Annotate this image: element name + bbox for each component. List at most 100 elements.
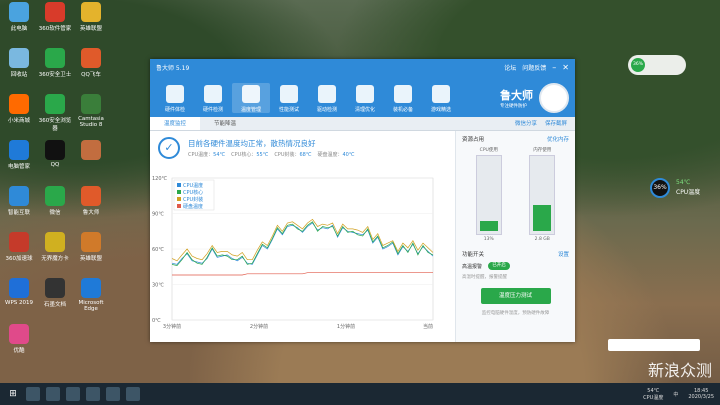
temperature-readings: CPU温度：54℃ CPU核心：55℃ CPU封装：68℃ 硬盘温度：40℃	[188, 151, 360, 158]
desktop-icon-label: 此电脑	[10, 26, 28, 32]
tab-temperature-monitor[interactable]: 温度监控	[150, 117, 200, 130]
reading-label: CPU温度：	[188, 152, 214, 158]
toolbar-item[interactable]: 温度管理	[232, 83, 270, 113]
y-tick-label: 30℃	[152, 283, 164, 289]
desktop-icon[interactable]: QQ飞车	[74, 48, 108, 78]
desktop-icon-label: QQ飞车	[81, 72, 101, 78]
save-screenshot-link[interactable]: 保存截屏	[545, 117, 567, 130]
desktop-icon[interactable]: 石墨文档	[38, 278, 72, 308]
desktop-icon[interactable]: 小米商城	[2, 94, 36, 124]
toolbar-item[interactable]: 驱动检测	[308, 85, 346, 113]
status-summary: ✓ 目前各硬件温度均正常，散热情况良好 CPU温度：54℃ CPU核心：55℃ CP…	[150, 131, 455, 165]
desktop-icon[interactable]: QQ	[38, 140, 72, 168]
legend-swatch	[177, 204, 181, 208]
essentials-icon	[394, 85, 412, 103]
desktop-icon[interactable]: 无界魔方卡	[38, 232, 72, 262]
x-tick-label: 1分钟前	[337, 323, 355, 330]
app-icon	[9, 186, 29, 206]
app-icon	[81, 94, 101, 114]
side-footer: 监控电脑硬件温度，预防硬件故障	[481, 311, 550, 316]
desktop-icon[interactable]: 360安全卫士	[38, 48, 72, 78]
settings-link[interactable]: 设置	[558, 250, 569, 258]
app-icon	[45, 232, 65, 252]
legend-swatch	[177, 197, 181, 201]
wechat-share-link[interactable]: 微信分享	[515, 117, 537, 130]
toolbar-item[interactable]: 清理优化	[346, 85, 384, 113]
desktop-icon-label: QQ	[50, 162, 60, 168]
driver-icon	[318, 85, 336, 103]
toolbar-item[interactable]: 硬件检测	[194, 85, 232, 113]
stress-test-button[interactable]: 温度压力测试	[480, 288, 551, 304]
start-icon[interactable]: ⊞	[6, 387, 20, 401]
wechat-icon[interactable]	[106, 387, 120, 401]
desktop-icon[interactable]: 智能互联	[2, 186, 36, 216]
desktop-icon[interactable]: 鲁大师	[74, 186, 108, 216]
ime-toolbar[interactable]	[608, 339, 700, 351]
widget2-temp: 54℃	[676, 179, 691, 186]
floating-widget[interactable]: 36%	[628, 55, 686, 75]
x-tick-label: 当前	[423, 323, 433, 330]
ime-indicator[interactable]: 中	[673, 391, 678, 398]
resource-gauges: CPU使用 13% 内存使用 2.8 GB	[462, 147, 569, 242]
browser-icon[interactable]	[86, 387, 100, 401]
optimize-memory-link[interactable]: 优化内存	[547, 135, 569, 143]
desktop-icon[interactable]: 英雄联盟	[74, 2, 108, 32]
desktop-icon[interactable]: Camtasia Studio 8	[74, 94, 108, 128]
desktop-icon-label: Microsoft Edge	[78, 300, 104, 312]
search-icon[interactable]	[26, 387, 40, 401]
toolbar-item[interactable]: 硬件体检	[156, 85, 194, 113]
legend-label: CPU温度	[183, 182, 203, 189]
file-explorer-icon[interactable]	[66, 387, 80, 401]
legend-label: CPU封装	[183, 196, 203, 203]
reading-value: 54℃	[213, 152, 226, 158]
minimize-icon[interactable]: –	[552, 63, 556, 72]
app-icon	[45, 140, 65, 160]
tab-energy-save[interactable]: 节能降温	[200, 117, 250, 130]
desktop-icon[interactable]: 360加速球	[2, 232, 36, 262]
desktop-icon[interactable]: 微信	[38, 186, 72, 216]
desktop-icon-label: 360安全浏览器	[38, 118, 72, 132]
desktop-icon[interactable]: 360安全浏览器	[38, 94, 72, 132]
desktop-icon[interactable]: 优酷	[2, 324, 36, 354]
desktop-icon[interactable]: 360软件管家	[38, 2, 72, 32]
toolbar: 硬件体检 硬件检测 温度管理 性能测试 驱动检测 清理优化 装机必备 游戏精选 鲁大师 专注硬…	[150, 75, 575, 117]
memory-gauge: 内存使用 2.8 GB	[527, 147, 557, 242]
app-icon	[9, 140, 29, 160]
forum-link[interactable]: 论坛	[504, 63, 516, 72]
app-icon	[81, 2, 101, 22]
widget2-percent: 36%	[650, 178, 670, 198]
close-icon[interactable]: ✕	[562, 63, 569, 72]
feedback-link[interactable]: 问题反馈	[522, 63, 546, 72]
toolbar-item[interactable]: 游戏精选	[422, 85, 460, 113]
clock-date: 2020/3/25	[688, 394, 714, 400]
brand: 鲁大师 专注硬件防护	[500, 83, 569, 113]
memory-tube	[529, 155, 556, 235]
desktop-icon[interactable]: 英雄联盟	[74, 232, 108, 262]
alarm-toggle[interactable]: 已开启	[488, 262, 511, 270]
desktop-icon-label: 微信	[49, 210, 61, 216]
temperature-widget[interactable]: 36% 54℃ CPU温度	[650, 178, 710, 198]
app-icon	[45, 278, 65, 298]
desktop-icon[interactable]: 电脑管家	[2, 140, 36, 170]
toolbar-item[interactable]: 装机必备	[384, 85, 422, 113]
desktop-icon[interactable]: Microsoft Edge	[74, 278, 108, 312]
desktop-icon[interactable]	[74, 140, 108, 162]
task-view-icon[interactable]	[46, 387, 60, 401]
legend-swatch	[177, 183, 181, 187]
toolbar-item-label: 硬件体检	[164, 107, 185, 113]
reading-label: 硬盘温度：	[317, 152, 343, 158]
clock[interactable]: 18:45 2020/3/25	[688, 388, 714, 400]
desktop-icon[interactable]: WPS 2019	[2, 278, 36, 306]
desktop-icon[interactable]: 回收站	[2, 48, 36, 78]
desktop-icon-label: Camtasia Studio 8	[78, 116, 104, 128]
health-check-icon	[166, 85, 184, 103]
ludashi-taskbar-icon[interactable]	[126, 387, 140, 401]
x-tick-label: 2分钟前	[250, 323, 268, 330]
toolbar-item[interactable]: 性能测试	[270, 85, 308, 113]
desktop-icon-label: 智能互联	[7, 210, 30, 216]
reading-value: 55℃	[256, 152, 269, 158]
main-panel: ✓ 目前各硬件温度均正常，散热情况良好 CPU温度：54℃ CPU核心：55℃ CP…	[150, 131, 455, 342]
desktop-icon-label: WPS 2019	[5, 300, 33, 306]
app-icon	[81, 278, 101, 298]
desktop-icon[interactable]: 此电脑	[2, 2, 36, 32]
